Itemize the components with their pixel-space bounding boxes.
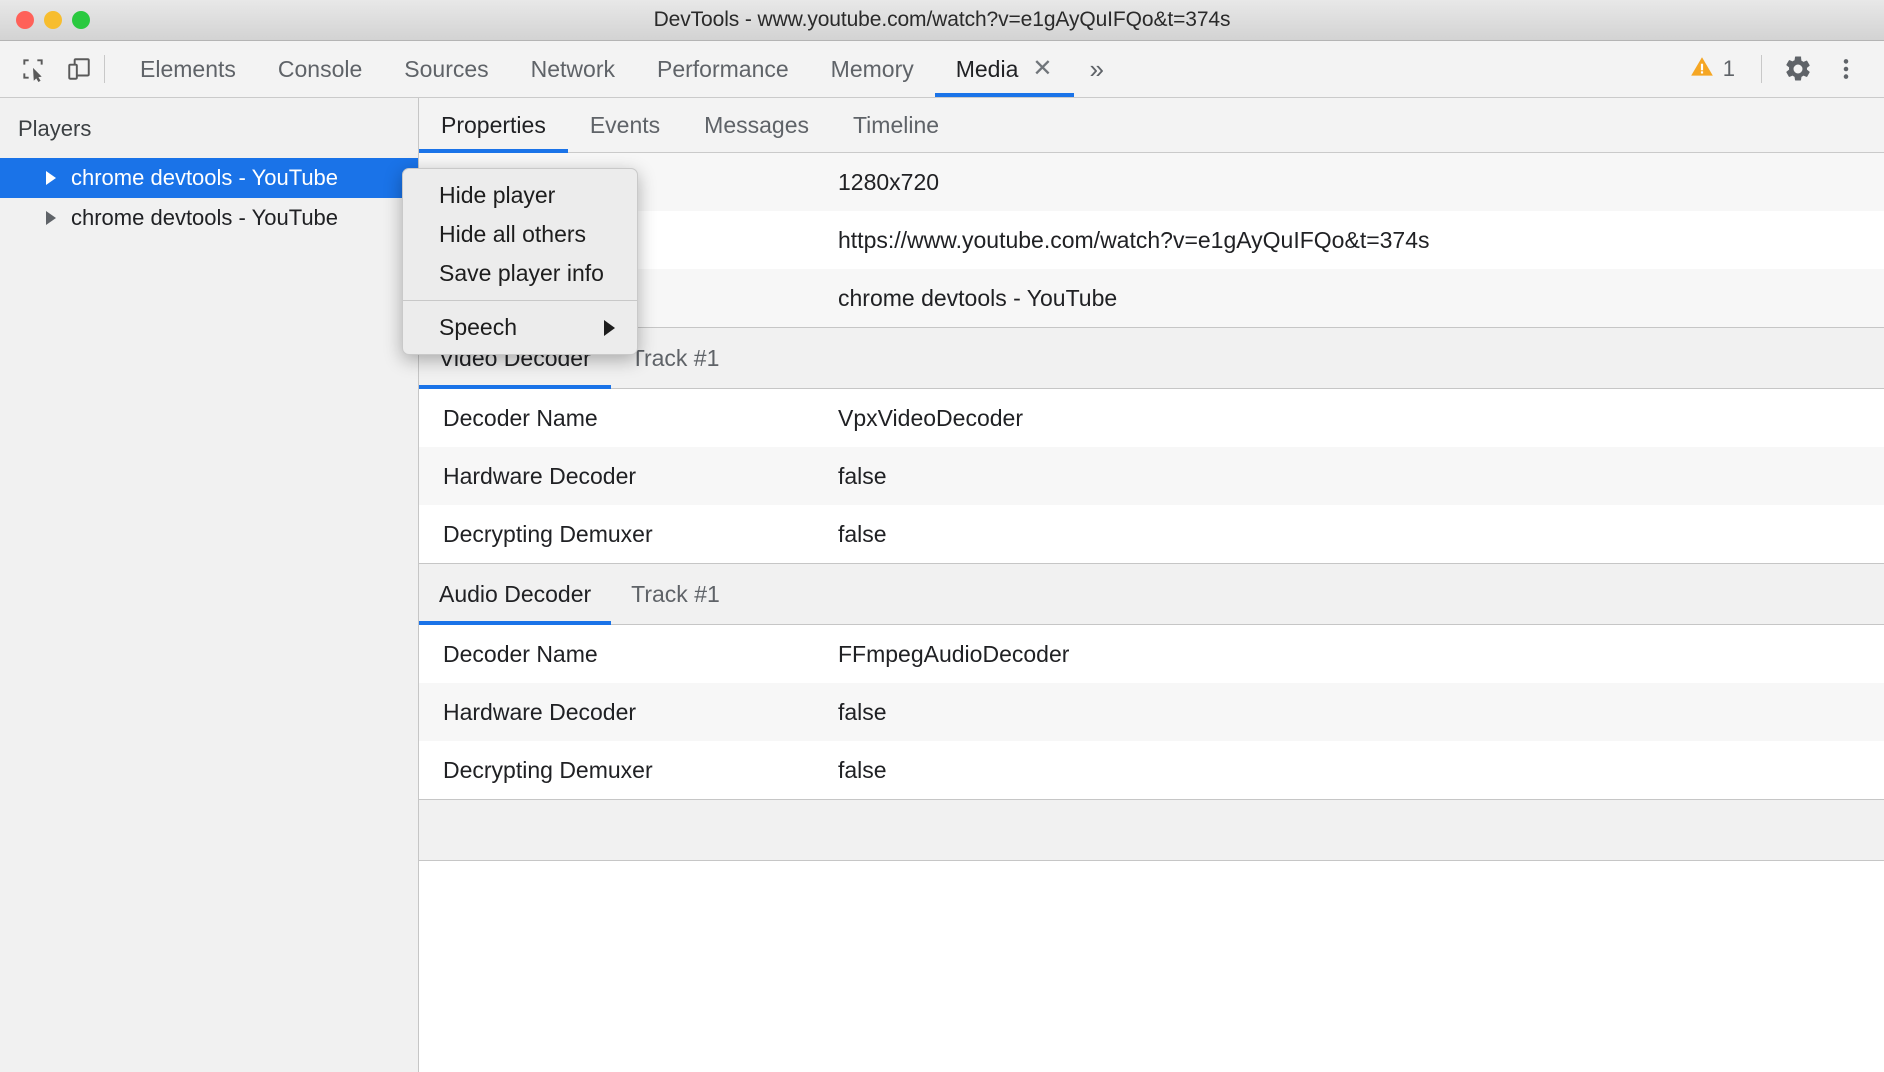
panel-tab-list: Elements Console Sources Network Perform… <box>105 41 1677 97</box>
minimize-window-button[interactable] <box>44 11 62 29</box>
audio-decoder-section-header: Audio Decoder Track #1 <box>419 563 1884 625</box>
toolbar-divider-right <box>1761 55 1762 83</box>
table-row: Hardware Decoder false <box>419 447 1884 505</box>
context-menu-item-hide-player[interactable]: Hide player <box>403 176 637 215</box>
window-title: DevTools - www.youtube.com/watch?v=e1gAy… <box>0 8 1884 32</box>
section-tab-audio-track-1[interactable]: Track #1 <box>611 564 740 624</box>
close-icon[interactable]: ✕ <box>1032 57 1052 81</box>
devtools-body: Players chrome devtools - YouTube chrome… <box>0 98 1884 1072</box>
player-label: chrome devtools - YouTube <box>71 165 338 191</box>
property-name: Decrypting Demuxer <box>443 757 838 784</box>
warning-count: 1 <box>1723 56 1735 82</box>
warning-badge[interactable]: 1 <box>1677 54 1747 85</box>
property-value: false <box>838 757 887 784</box>
context-menu-item-save-player-info[interactable]: Save player info <box>403 254 637 293</box>
property-value: 1280x720 <box>838 169 939 196</box>
tab-timeline[interactable]: Timeline <box>831 98 961 152</box>
kebab-menu-icon[interactable] <box>1824 47 1868 91</box>
table-row: Hardware Decoder false <box>419 683 1884 741</box>
players-header: Players <box>0 98 418 158</box>
tab-messages[interactable]: Messages <box>682 98 831 152</box>
inspect-element-icon[interactable] <box>18 54 48 84</box>
player-list-item-0[interactable]: chrome devtools - YouTube <box>0 158 418 198</box>
tab-label: Console <box>278 56 362 83</box>
property-name: Decrypting Demuxer <box>443 521 838 548</box>
property-value: false <box>838 463 887 490</box>
tab-label: Performance <box>657 56 789 83</box>
tab-label: Media <box>956 56 1019 83</box>
tab-label: Memory <box>831 56 914 83</box>
tab-label: Sources <box>404 56 488 83</box>
video-decoder-section-header: Video Decoder Track #1 <box>419 327 1884 389</box>
detail-tab-list: Properties Events Messages Timeline <box>419 98 1884 153</box>
traffic-light-group <box>0 11 90 29</box>
section-tab-audio-decoder[interactable]: Audio Decoder <box>419 564 611 624</box>
device-toolbar-icon[interactable] <box>64 54 94 84</box>
table-row: Decrypting Demuxer false <box>419 741 1884 799</box>
property-value: chrome devtools - YouTube <box>838 285 1117 312</box>
property-value: https://www.youtube.com/watch?v=e1gAyQuI… <box>838 227 1430 254</box>
warning-icon <box>1689 54 1715 85</box>
tab-events[interactable]: Events <box>568 98 682 152</box>
tab-label: Track #1 <box>631 581 720 608</box>
tab-label: Track #1 <box>631 345 720 372</box>
menu-item-label: Save player info <box>439 260 604 287</box>
property-value: false <box>838 699 887 726</box>
tab-label: Messages <box>704 112 809 139</box>
expand-triangle-icon[interactable] <box>46 171 56 185</box>
property-name: Decoder Name <box>443 641 838 668</box>
tab-label: Timeline <box>853 112 939 139</box>
menu-item-label: Hide all others <box>439 221 586 248</box>
toolbar-right-group: 1 <box>1677 41 1884 97</box>
tab-properties[interactable]: Properties <box>419 98 568 152</box>
tab-label: Elements <box>140 56 236 83</box>
zoom-window-button[interactable] <box>72 11 90 29</box>
submenu-arrow-icon <box>604 320 615 336</box>
more-tabs-icon[interactable]: » <box>1074 41 1120 97</box>
tab-label: Events <box>590 112 660 139</box>
tab-media[interactable]: Media ✕ <box>935 41 1074 97</box>
context-menu-separator <box>403 300 637 301</box>
gear-icon[interactable] <box>1776 47 1820 91</box>
tab-network[interactable]: Network <box>510 41 636 97</box>
tab-elements[interactable]: Elements <box>119 41 257 97</box>
property-value: FFmpegAudioDecoder <box>838 641 1069 668</box>
toolbar-left-icons <box>0 41 104 97</box>
close-window-button[interactable] <box>16 11 34 29</box>
property-name: Decoder Name <box>443 405 838 432</box>
menu-item-label: Hide player <box>439 182 555 209</box>
property-name: Hardware Decoder <box>443 699 838 726</box>
context-menu-item-speech[interactable]: Speech <box>403 308 637 347</box>
property-value: false <box>838 521 887 548</box>
expand-triangle-icon[interactable] <box>46 211 56 225</box>
property-name: Hardware Decoder <box>443 463 838 490</box>
table-row: Decoder Name VpxVideoDecoder <box>419 389 1884 447</box>
empty-section-header <box>419 799 1884 861</box>
menu-item-label: Speech <box>439 314 517 341</box>
table-row: Resolution 1280x720 <box>419 153 1884 211</box>
table-row: Frame Title chrome devtools - YouTube <box>419 269 1884 327</box>
player-detail-pane: Properties Events Messages Timeline Reso… <box>419 98 1884 1072</box>
player-context-menu: Hide player Hide all others Save player … <box>402 168 638 355</box>
context-menu-item-hide-all-others[interactable]: Hide all others <box>403 215 637 254</box>
tab-label: Network <box>531 56 615 83</box>
tab-console[interactable]: Console <box>257 41 383 97</box>
property-value: VpxVideoDecoder <box>838 405 1023 432</box>
properties-list: Resolution 1280x720 Frame URL https://ww… <box>419 153 1884 1072</box>
table-row: Decoder Name FFmpegAudioDecoder <box>419 625 1884 683</box>
tab-label: Properties <box>441 112 546 139</box>
tab-performance[interactable]: Performance <box>636 41 810 97</box>
window-title-bar: DevTools - www.youtube.com/watch?v=e1gAy… <box>0 0 1884 41</box>
table-row: Frame URL https://www.youtube.com/watch?… <box>419 211 1884 269</box>
tab-memory[interactable]: Memory <box>810 41 935 97</box>
tab-sources[interactable]: Sources <box>383 41 509 97</box>
table-row: Decrypting Demuxer false <box>419 505 1884 563</box>
player-list-item-1[interactable]: chrome devtools - YouTube <box>0 198 418 238</box>
tab-label: Audio Decoder <box>439 581 591 608</box>
devtools-toolbar: Elements Console Sources Network Perform… <box>0 41 1884 98</box>
player-label: chrome devtools - YouTube <box>71 205 338 231</box>
players-sidebar: Players chrome devtools - YouTube chrome… <box>0 98 419 1072</box>
